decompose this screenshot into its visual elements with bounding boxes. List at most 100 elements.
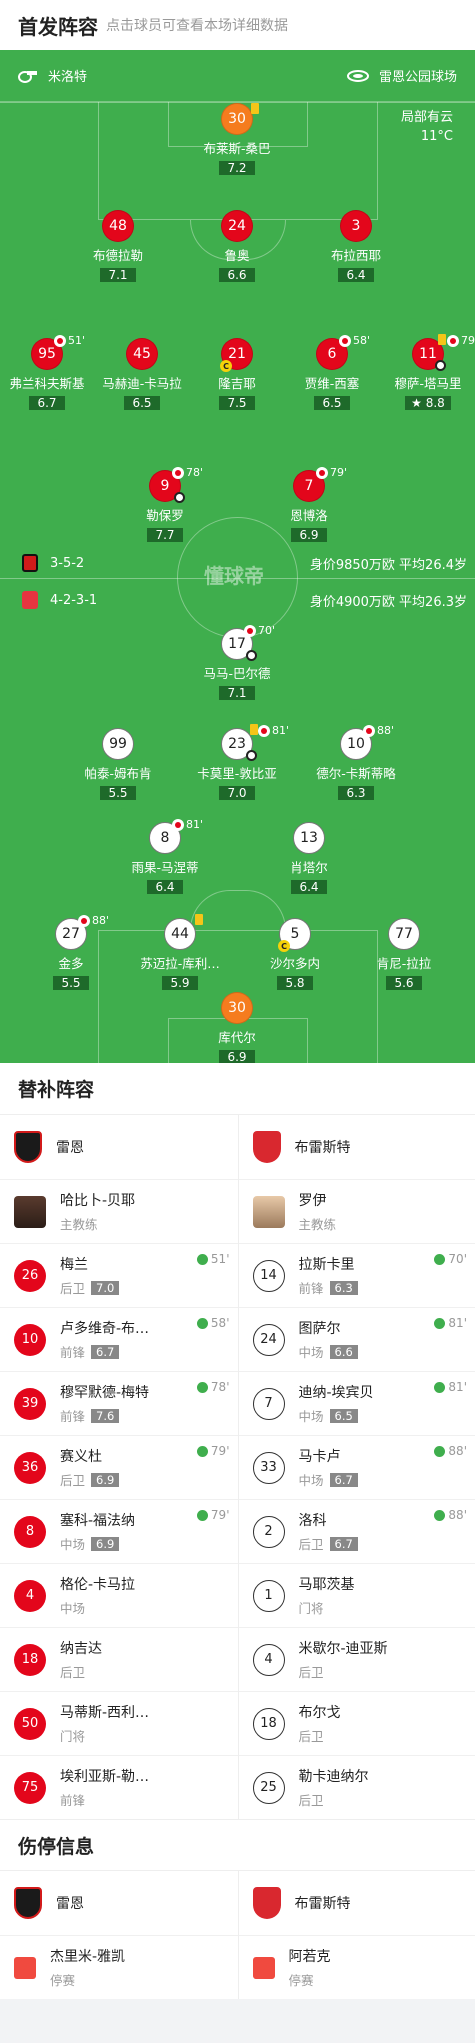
player-away-10[interactable]: 10 88' 德尔-卡斯蒂略 6.3	[301, 724, 411, 801]
player-rating: 6.3	[338, 786, 374, 800]
player-name: 马蒂斯-西利…	[60, 1705, 150, 1721]
sub-player-row[interactable]: 50 马蒂斯-西利… 门将	[0, 1691, 238, 1755]
player-rating: 6.6	[219, 268, 255, 282]
sub-out-badge: 79'	[316, 466, 347, 479]
injury-status: 停赛	[288, 1973, 314, 1988]
player-away-8[interactable]: 8 81' 雨果-马涅蒂 6.4	[110, 818, 220, 895]
sub-out-badge: 88'	[363, 724, 394, 737]
player-away-23[interactable]: 23 81' 卡莫里-敦比亚 7.0	[182, 724, 292, 801]
shirt-number: 13	[293, 822, 325, 854]
player-away-44[interactable]: 44 苏迈拉-库利… 5.9	[125, 914, 235, 991]
injury-row[interactable]: 阿若克 停赛	[238, 1935, 475, 1999]
rennes-crest-icon	[14, 1131, 42, 1163]
player-home-7[interactable]: 7 79' 恩博洛 6.9	[254, 466, 364, 543]
player-rating: 6.4	[338, 268, 374, 282]
sub-out-icon	[172, 818, 184, 831]
sub-player-row[interactable]: 7 迪纳-埃宾贝 中场 6.5 81'	[238, 1371, 475, 1435]
goal-ball-icon	[174, 492, 185, 503]
sub-player-row[interactable]: 18 纳吉达 后卫	[0, 1627, 238, 1691]
shirt-number: 77	[388, 918, 420, 950]
sub-player-row[interactable]: 8 塞科-福法纳 中场 6.9 79'	[0, 1499, 238, 1563]
injuries-title: 伤停信息	[0, 1819, 475, 1871]
player-away-gk[interactable]: 30 库代尔 6.9	[182, 992, 292, 1063]
sub-player-row[interactable]: 10 卢多维奇-布… 前锋 6.7 58'	[0, 1307, 238, 1371]
player-name: 马赫迪-卡马拉	[102, 376, 182, 391]
player-home-9[interactable]: 9 78' 勒保罗 7.7	[110, 466, 220, 543]
sub-player-row[interactable]: 4 米歇尔-迪亚斯 后卫	[238, 1627, 475, 1691]
player-position: 后卫	[298, 1793, 324, 1808]
player-name: 拉斯卡里	[298, 1257, 355, 1273]
player-home-11[interactable]: 11 79 穆萨-塔马里 ★ 8.8	[373, 334, 475, 411]
captain-icon: C	[278, 940, 290, 952]
player-home-21[interactable]: 21 C 隆吉耶 7.5	[182, 338, 292, 411]
player-home-48[interactable]: 48 布德拉勒 7.1	[63, 210, 173, 283]
player-name: 迪纳-埃宾贝	[298, 1385, 374, 1401]
player-rating: 6.9	[291, 528, 327, 542]
sub-in-icon	[196, 1317, 208, 1329]
sub-player-row[interactable]: 75 埃利亚斯-勒… 前锋	[0, 1755, 238, 1819]
sub-player-row[interactable]: 39 穆罕默德-梅特 前锋 7.6 78'	[0, 1371, 238, 1435]
sub-in-time: 88'	[434, 1444, 467, 1458]
player-name: 洛科	[298, 1513, 327, 1529]
player-home-24[interactable]: 24 鲁奥 6.6	[182, 210, 292, 283]
player-position: 前锋	[298, 1281, 324, 1296]
brest-crest-icon	[252, 1887, 281, 1919]
player-home-6[interactable]: 6 58' 贾维-西塞 6.5	[277, 334, 387, 411]
weather-info: 局部有云 11°C	[401, 108, 453, 146]
red-card-icon	[14, 1956, 36, 1979]
player-home-gk[interactable]: 30 布莱斯-桑巴 7.2	[182, 103, 292, 176]
player-away-27[interactable]: 27 88' 金多 5.5	[16, 914, 126, 991]
sub-player-row[interactable]: 36 赛义杜 后卫 6.9 79'	[0, 1435, 238, 1499]
sub-player-row[interactable]: 2 洛科 后卫 6.7 88'	[238, 1499, 475, 1563]
sub-player-row[interactable]: 4 格伦-卡马拉 中场	[0, 1563, 238, 1627]
coach-row[interactable]: 哈比卜-贝耶 主教练	[0, 1179, 238, 1243]
player-away-99[interactable]: 99 帕泰-姆布肯 5.5	[63, 728, 173, 801]
player-away-13[interactable]: 13 肖塔尔 6.4	[254, 822, 364, 895]
sub-player-row[interactable]: 25 勒卡迪纳尔 后卫	[238, 1755, 475, 1819]
assist-icon	[246, 750, 257, 761]
sub-out-badge: 58'	[339, 334, 370, 347]
sub-player-row[interactable]: 18 布尔戈 后卫	[238, 1691, 475, 1755]
red-card-icon	[252, 1956, 275, 1979]
coach-row[interactable]: 罗伊 主教练	[238, 1179, 475, 1243]
player-rating: 6.4	[147, 880, 183, 894]
player-away-17[interactable]: 17 70' 马马-巴尔德 7.1	[182, 624, 292, 701]
player-name: 勒卡迪纳尔	[298, 1769, 369, 1785]
player-home-45[interactable]: 45 马赫迪-卡马拉 6.5	[87, 338, 197, 411]
player-name: 穆萨-塔马里	[394, 376, 462, 391]
player-away-77[interactable]: 77 肯尼-拉拉 5.6	[349, 918, 459, 991]
section-subtitle: 点击球员可查看本场详细数据	[106, 18, 288, 34]
player-position: 前锋	[60, 1345, 86, 1360]
player-name: 鲁奥	[224, 248, 250, 263]
player-rating: 6.7	[29, 396, 65, 410]
sub-in-time: 58'	[196, 1316, 230, 1330]
player-away-5[interactable]: 5 C 沙尔多内 5.8	[240, 918, 350, 991]
sub-player-row[interactable]: 24 图萨尔 中场 6.6 81'	[238, 1307, 475, 1371]
team-header: 布雷斯特	[239, 1871, 475, 1935]
player-rating: 7.1	[100, 268, 136, 282]
away-subs: 布雷斯特 罗伊 主教练 14 拉斯卡里 前锋 6.3 70' 24 图萨尔 中场 6.6 81' 7 迪…	[237, 1115, 475, 1819]
brest-crest-icon	[252, 1131, 281, 1163]
player-position: 中场	[60, 1601, 86, 1616]
player-name: 阿若克	[288, 1949, 331, 1965]
player-rating: 5.8	[277, 976, 313, 990]
player-rating: 7.2	[219, 161, 255, 175]
player-name: 肯尼-拉拉	[376, 956, 432, 971]
coach-avatar	[14, 1195, 46, 1228]
team-header: 雷恩	[0, 1115, 238, 1179]
shirt-number: 45	[126, 338, 158, 370]
player-rating: 7.0	[91, 1280, 120, 1295]
player-home-3[interactable]: 3 布拉西耶 6.4	[301, 210, 411, 283]
player-rating: 6.7	[91, 1344, 120, 1359]
sub-in-time: 79'	[196, 1508, 230, 1522]
injury-row[interactable]: 杰里米-雅凯 停赛	[0, 1935, 238, 1999]
player-rating: 6.5	[124, 396, 160, 410]
sub-player-row[interactable]: 33 马卡卢 中场 6.7 88'	[238, 1435, 475, 1499]
player-position: 后卫	[298, 1729, 324, 1744]
sub-out-icon	[172, 466, 184, 479]
sub-player-row[interactable]: 1 马耶茨基 门将	[238, 1563, 475, 1627]
sub-player-row[interactable]: 26 梅兰 后卫 7.0 51'	[0, 1243, 238, 1307]
away-value: 身价4900万欧 平均26.3岁	[309, 595, 467, 610]
sub-player-row[interactable]: 14 拉斯卡里 前锋 6.3 70'	[238, 1243, 475, 1307]
player-rating: 5.9	[162, 976, 198, 990]
